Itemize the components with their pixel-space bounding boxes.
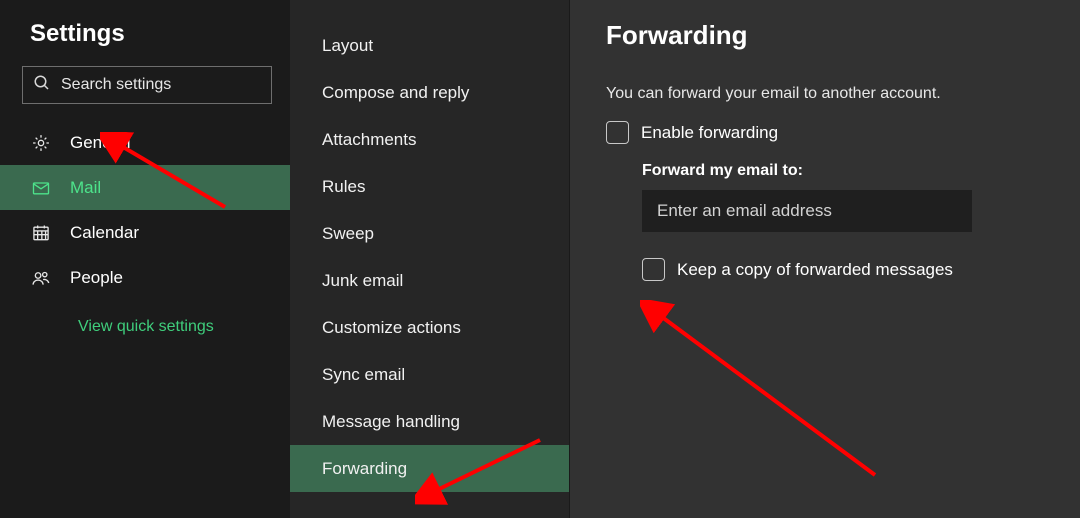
calendar-icon — [30, 222, 52, 244]
enable-forwarding-checkbox[interactable] — [606, 121, 629, 144]
enable-forwarding-row: Enable forwarding — [606, 121, 1080, 144]
keep-copy-checkbox[interactable] — [642, 258, 665, 281]
mail-subnav: Layout Compose and reply Attachments Rul… — [290, 0, 569, 518]
forward-to-label: Forward my email to: — [642, 162, 1080, 180]
sidebar-title: Settings — [30, 20, 290, 48]
sidebar-item-mail[interactable]: Mail — [0, 165, 290, 210]
subnav-item-sweep[interactable]: Sweep — [290, 210, 569, 257]
search-input[interactable] — [61, 76, 261, 94]
sidebar-item-calendar[interactable]: Calendar — [0, 210, 290, 255]
sidebar-item-general[interactable]: General — [0, 120, 290, 165]
subnav-item-junk[interactable]: Junk email — [290, 257, 569, 304]
sidebar-item-label: People — [70, 268, 123, 288]
subnav-item-forwarding[interactable]: Forwarding — [290, 445, 569, 492]
subnav-item-layout[interactable]: Layout — [290, 22, 569, 69]
forwarding-panel: Forwarding You can forward your email to… — [569, 0, 1080, 518]
subnav-item-compose[interactable]: Compose and reply — [290, 69, 569, 116]
keep-copy-label: Keep a copy of forwarded messages — [677, 260, 953, 280]
people-icon — [30, 267, 52, 289]
keep-copy-row: Keep a copy of forwarded messages — [642, 258, 1080, 281]
subnav-item-customize[interactable]: Customize actions — [290, 304, 569, 351]
subnav-item-sync[interactable]: Sync email — [290, 351, 569, 398]
subnav-item-attachments[interactable]: Attachments — [290, 116, 569, 163]
forward-to-input[interactable] — [642, 190, 972, 232]
panel-intro: You can forward your email to another ac… — [606, 85, 1080, 103]
subnav-item-rules[interactable]: Rules — [290, 163, 569, 210]
gear-icon — [30, 132, 52, 154]
sidebar-item-people[interactable]: People — [0, 255, 290, 300]
subnav-item-handling[interactable]: Message handling — [290, 398, 569, 445]
search-settings-box[interactable] — [22, 66, 272, 104]
sidebar-item-label: General — [70, 133, 130, 153]
forward-to-block: Forward my email to: Keep a copy of forw… — [642, 162, 1080, 281]
mail-icon — [30, 177, 52, 199]
enable-forwarding-label: Enable forwarding — [641, 123, 778, 143]
panel-title: Forwarding — [606, 20, 1080, 51]
view-quick-settings-link[interactable]: View quick settings — [78, 318, 214, 336]
sidebar-item-label: Mail — [70, 178, 101, 198]
search-icon — [33, 74, 51, 97]
sidebar-item-label: Calendar — [70, 223, 139, 243]
settings-sidebar: Settings General Mail — [0, 0, 290, 518]
